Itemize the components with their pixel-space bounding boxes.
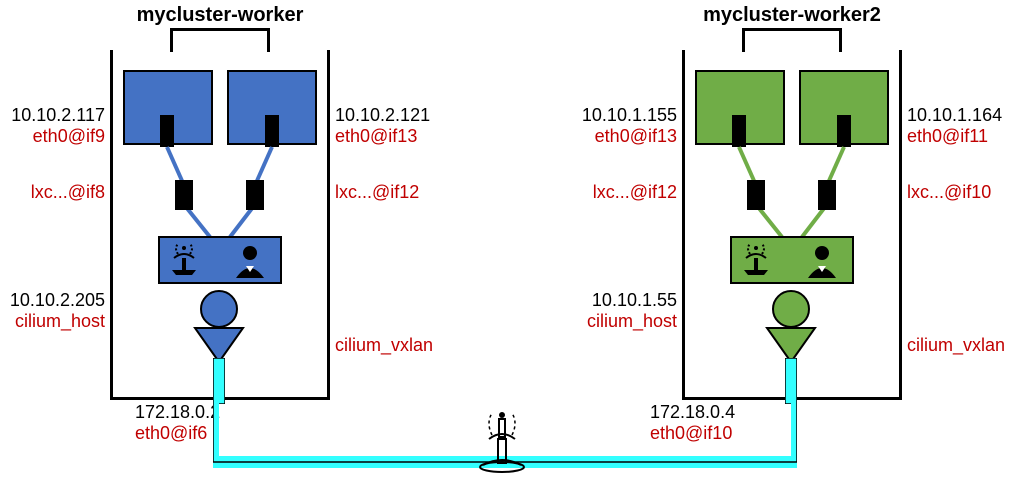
node1-lxc1-nic (175, 180, 193, 210)
dev-text: lxc...@if12 (335, 182, 419, 202)
node1-vxlan-stem (213, 358, 225, 404)
node2-cap (742, 28, 842, 52)
node1-pod2-nic (265, 115, 279, 147)
node2-host-circle (772, 290, 810, 328)
dev-text: eth0@if13 (335, 126, 417, 146)
node1-lxc1-label: lxc...@if8 (0, 182, 105, 203)
node1-ext-label: 172.18.0.2 eth0@if6 (135, 402, 220, 443)
network-fountain-icon (467, 405, 537, 475)
node2-pod1-label: 10.10.1.155 eth0@if13 (567, 105, 677, 146)
dev-text: cilium_host (15, 311, 105, 331)
dev-text: lxc...@if10 (907, 182, 991, 202)
ip-text: 172.18.0.2 (135, 402, 220, 422)
dev-text: eth0@if11 (907, 126, 988, 146)
node1-vxlan-label: cilium_vxlan (335, 335, 433, 356)
node1-host-label: 10.10.2.205 cilium_host (0, 290, 105, 331)
node2-pod1-nic (732, 115, 746, 147)
ip-text: 10.10.1.155 (582, 105, 677, 125)
ip-text: 10.10.2.121 (335, 105, 430, 125)
dev-text: cilium_vxlan (335, 335, 433, 355)
ip-text: 10.10.1.164 (907, 105, 1002, 125)
node1-lxc2-label: lxc...@if12 (335, 182, 419, 203)
dev-text: eth0@if9 (33, 126, 105, 146)
fountain-icon (736, 240, 776, 280)
node2-host-label: 10.10.1.55 cilium_host (567, 290, 677, 331)
node2-lxc2-nic (818, 180, 836, 210)
ip-text: 10.10.2.117 (11, 105, 105, 125)
node1-pod1-nic (160, 115, 174, 147)
node2-pod2-nic (837, 115, 851, 147)
agent-icon (802, 240, 842, 280)
node2-lxc1-label: lxc...@if12 (567, 182, 677, 203)
node1-pod2-label: 10.10.2.121 eth0@if13 (335, 105, 430, 146)
node2-lxc2-label: lxc...@if10 (907, 182, 991, 203)
node2-pod2-label: 10.10.1.164 eth0@if11 (907, 105, 1002, 146)
node1-lxc2-nic (246, 180, 264, 210)
node1-veth-lines (110, 145, 330, 245)
dev-text: eth0@if6 (135, 423, 207, 443)
node2-veth-lines (682, 145, 902, 245)
node2-vxlan-stem (785, 358, 797, 404)
node1-host-circle (200, 290, 238, 328)
node2-lxc1-nic (747, 180, 765, 210)
dev-text: lxc...@if8 (31, 182, 105, 202)
ip-text: 10.10.1.55 (592, 290, 677, 310)
node1-pod1-label: 10.10.2.117 eth0@if9 (0, 105, 105, 146)
agent-icon (230, 240, 270, 280)
node2-vxlan-label: cilium_vxlan (907, 335, 1005, 356)
node2-title: mycluster-worker2 (672, 4, 912, 27)
fountain-icon (164, 240, 204, 280)
node1-cap (170, 28, 270, 52)
dev-text: cilium_vxlan (907, 335, 1005, 355)
dev-text: eth0@if13 (595, 126, 677, 146)
dev-text: lxc...@if12 (593, 182, 677, 202)
dev-text: cilium_host (587, 311, 677, 331)
node1-title: mycluster-worker (110, 4, 330, 27)
ip-text: 10.10.2.205 (10, 290, 105, 310)
